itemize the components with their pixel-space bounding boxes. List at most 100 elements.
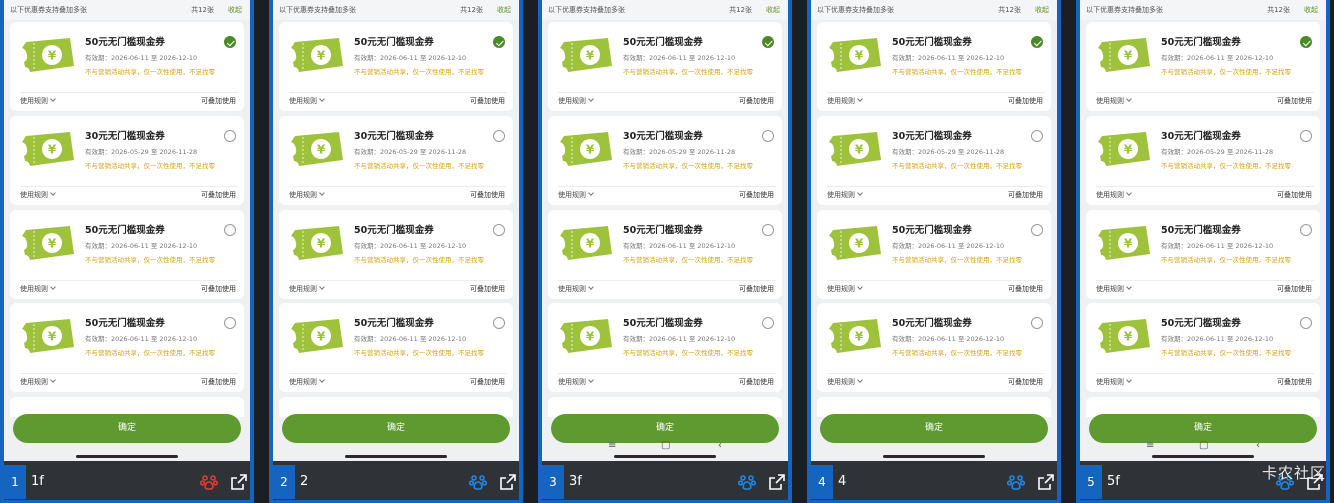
usage-rules-toggle[interactable]: 使用规则 [1096, 284, 1132, 294]
usage-rules-toggle[interactable]: 使用规则 [289, 377, 325, 387]
coupon-divider [827, 280, 1045, 281]
confirm-button[interactable]: 确定 [820, 414, 1048, 443]
external-link-icon[interactable] [230, 473, 248, 491]
collapse-link[interactable]: 收起 [1304, 5, 1318, 15]
back-key-icon[interactable]: ‹ [1256, 440, 1260, 451]
usage-rules-toggle[interactable]: 使用规则 [20, 96, 56, 106]
usage-rules-toggle[interactable]: 使用规则 [1096, 190, 1132, 200]
usage-rules-toggle[interactable]: 使用规则 [20, 284, 56, 294]
coupon-card[interactable]: ¥30元无门槛现金券 有效期：2026-05-29 至 2026-11-28 不与营… [1086, 116, 1320, 205]
coupon-validity: 有效期：2026-06-11 至 2026-12-10 [85, 242, 198, 250]
coupon-select-radio[interactable] [493, 130, 505, 142]
coupon-card[interactable]: ¥50元无门槛现金券 有效期：2026-06-11 至 2026-12-10 不与营… [10, 210, 244, 299]
coupon-card[interactable]: ¥30元无门槛现金券 有效期：2026-05-29 至 2026-11-28 不与营… [548, 116, 782, 205]
cash-ticket-icon: ¥ [20, 319, 74, 353]
paw-icon[interactable] [1006, 473, 1026, 491]
home-key-icon[interactable]: ▢ [661, 440, 670, 451]
coupon-select-radio[interactable] [1300, 317, 1312, 329]
coupon-card[interactable]: ¥50元无门槛现金券 有效期：2026-06-11 至 2026-12-10 不与营… [817, 210, 1051, 299]
coupon-select-radio[interactable] [762, 36, 774, 48]
usage-rules-toggle[interactable]: 使用规则 [289, 96, 325, 106]
coupon-note: 不与营销活动共享，仅一次性使用，不足找零 [892, 256, 1022, 264]
coupon-card[interactable]: ¥50元无门槛现金券 有效期：2026-06-11 至 2026-12-10 不与营… [817, 303, 1051, 392]
coupon-card[interactable]: ¥50元无门槛现金券 有效期：2026-06-11 至 2026-12-10 不与营… [279, 303, 513, 392]
usage-rules-toggle[interactable]: 使用规则 [289, 284, 325, 294]
menu-key-icon[interactable]: ≡ [608, 440, 616, 451]
usage-rules-toggle[interactable]: 使用规则 [20, 190, 56, 200]
screenshot-panel: 以下优惠券支持叠加多张 共12张 收起 ¥50元无门槛现金券 有效期：2026-06-1… [538, 0, 792, 503]
coupon-select-radio[interactable] [1300, 224, 1312, 236]
coupon-select-radio[interactable] [493, 317, 505, 329]
coupon-select-radio[interactable] [1031, 36, 1043, 48]
panel-number-badge: 3 [542, 465, 564, 499]
coupon-card[interactable]: ¥50元无门槛现金券 有效期：2026-06-11 至 2026-12-10 不与营… [1086, 303, 1320, 392]
collapse-link[interactable]: 收起 [497, 5, 511, 15]
usage-rules-toggle[interactable]: 使用规则 [20, 377, 56, 387]
coupon-select-radio[interactable] [1300, 36, 1312, 48]
coupon-title: 30元无门槛现金券 [1161, 131, 1241, 142]
coupon-note: 不与营销活动共享，仅一次性使用，不足找零 [354, 349, 484, 357]
paw-icon[interactable] [468, 473, 488, 491]
coupon-divider [558, 373, 776, 374]
collapse-link[interactable]: 收起 [228, 5, 242, 15]
menu-key-icon[interactable]: ≡ [1146, 440, 1154, 451]
coupon-card[interactable]: ¥50元无门槛现金券 有效期：2026-06-11 至 2026-12-10 不与营… [279, 22, 513, 111]
confirm-button[interactable]: 确定 [282, 414, 510, 443]
external-link-icon[interactable] [1037, 473, 1055, 491]
coupon-select-radio[interactable] [493, 36, 505, 48]
usage-rules-toggle[interactable]: 使用规则 [1096, 377, 1132, 387]
usage-rules-toggle[interactable]: 使用规则 [827, 377, 863, 387]
usage-rules-toggle[interactable]: 使用规则 [827, 96, 863, 106]
coupon-select-radio[interactable] [762, 130, 774, 142]
usage-rules-toggle[interactable]: 使用规则 [1096, 96, 1132, 106]
usage-rules-toggle[interactable]: 使用规则 [558, 96, 594, 106]
coupon-validity: 有效期：2026-05-29 至 2026-11-28 [354, 148, 467, 156]
coupon-select-radio[interactable] [224, 317, 236, 329]
confirm-button[interactable]: 确定 [551, 414, 779, 443]
home-key-icon[interactable]: ▢ [1199, 440, 1208, 451]
coupon-card[interactable]: ¥50元无门槛现金券 有效期：2026-06-11 至 2026-12-10 不与营… [10, 303, 244, 392]
coupon-select-radio[interactable] [224, 224, 236, 236]
coupon-card[interactable]: ¥50元无门槛现金券 有效期：2026-06-11 至 2026-12-10 不与营… [1086, 210, 1320, 299]
coupon-card[interactable]: ¥50元无门槛现金券 有效期：2026-06-11 至 2026-12-10 不与营… [548, 303, 782, 392]
usage-rules-toggle[interactable]: 使用规则 [827, 284, 863, 294]
usage-rules-toggle[interactable]: 使用规则 [827, 190, 863, 200]
coupon-card[interactable]: ¥50元无门槛现金券 有效期：2026-06-11 至 2026-12-10 不与营… [817, 22, 1051, 111]
coupon-card[interactable]: ¥50元无门槛现金券 有效期：2026-06-11 至 2026-12-10 不与营… [10, 22, 244, 111]
coupon-select-radio[interactable] [224, 36, 236, 48]
coupon-select-radio[interactable] [762, 317, 774, 329]
coupon-select-radio[interactable] [762, 224, 774, 236]
coupon-select-radio[interactable] [493, 224, 505, 236]
svg-text:¥: ¥ [48, 49, 57, 63]
coupon-card[interactable]: ¥50元无门槛现金券 有效期：2026-06-11 至 2026-12-10 不与营… [1086, 22, 1320, 111]
coupon-select-radio[interactable] [224, 130, 236, 142]
coupon-card[interactable]: ¥30元无门槛现金券 有效期：2026-05-29 至 2026-11-28 不与营… [279, 116, 513, 205]
external-link-icon[interactable] [499, 473, 517, 491]
stack-hint-text: 以下优惠券支持叠加多张 [817, 6, 894, 14]
usage-rules-toggle[interactable]: 使用规则 [558, 284, 594, 294]
coupon-select-radio[interactable] [1300, 130, 1312, 142]
coupon-card[interactable]: ¥50元无门槛现金券 有效期：2026-06-11 至 2026-12-10 不与营… [548, 22, 782, 111]
paw-icon[interactable] [199, 473, 219, 491]
stack-hint-text: 以下优惠券支持叠加多张 [548, 6, 625, 14]
coupon-card[interactable]: ¥50元无门槛现金券 有效期：2026-06-11 至 2026-12-10 不与营… [279, 210, 513, 299]
collapse-link[interactable]: 收起 [1035, 5, 1049, 15]
collapse-link[interactable]: 收起 [766, 5, 780, 15]
confirm-button[interactable]: 确定 [13, 414, 241, 443]
coupon-select-radio[interactable] [1031, 224, 1043, 236]
coupon-card[interactable]: ¥50元无门槛现金券 有效期：2026-06-11 至 2026-12-10 不与营… [548, 210, 782, 299]
usage-rules-toggle[interactable]: 使用规则 [289, 190, 325, 200]
coupon-select-radio[interactable] [1031, 317, 1043, 329]
stackable-label: 可叠加使用 [201, 97, 236, 105]
usage-rules-toggle[interactable]: 使用规则 [558, 190, 594, 200]
coupon-select-radio[interactable] [1031, 130, 1043, 142]
coupon-card[interactable]: ¥30元无门槛现金券 有效期：2026-05-29 至 2026-11-28 不与营… [817, 116, 1051, 205]
paw-icon[interactable] [737, 473, 757, 491]
usage-rules-toggle[interactable]: 使用规则 [558, 377, 594, 387]
coupon-card[interactable]: ¥30元无门槛现金券 有效期：2026-05-29 至 2026-11-28 不与营… [10, 116, 244, 205]
back-key-icon[interactable]: ‹ [718, 440, 722, 451]
external-link-icon[interactable] [768, 473, 786, 491]
confirm-button[interactable]: 确定 [1089, 414, 1317, 443]
cash-ticket-icon: ¥ [20, 226, 74, 260]
stack-hint-text: 以下优惠券支持叠加多张 [10, 6, 87, 14]
